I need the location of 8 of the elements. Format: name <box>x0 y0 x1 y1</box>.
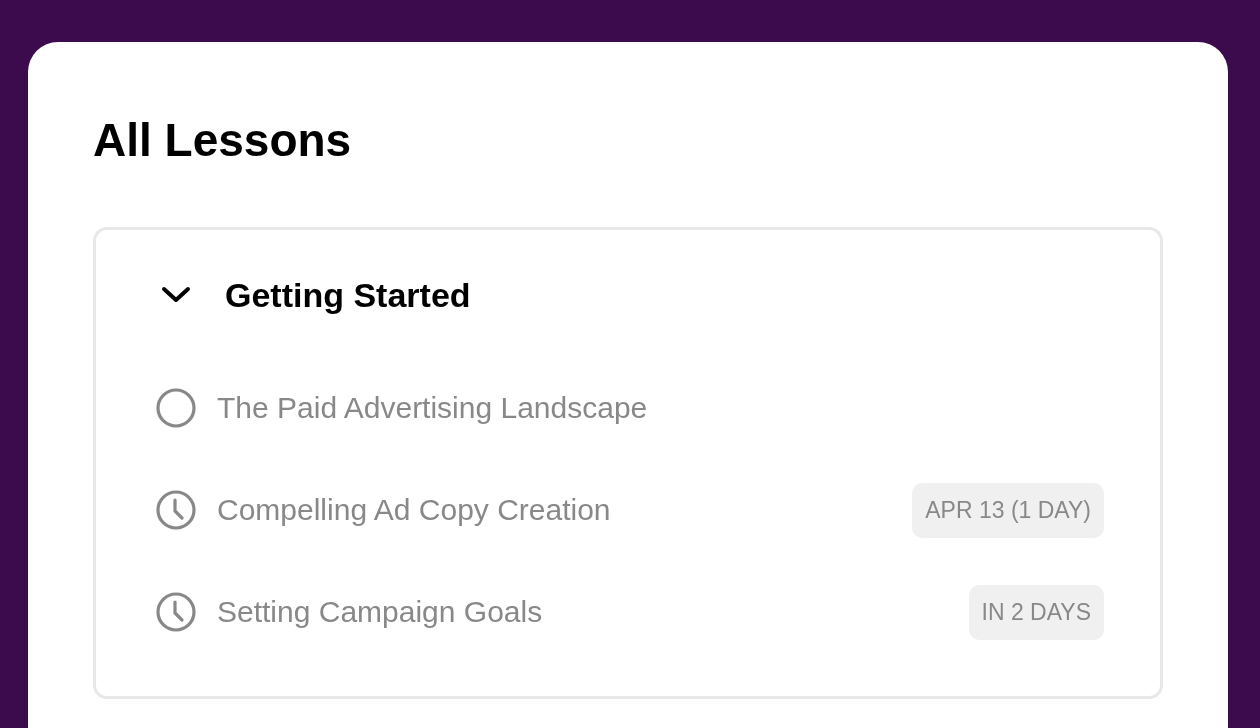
lesson-title[interactable]: Setting Campaign Goals <box>217 595 969 629</box>
section-title[interactable]: Getting Started <box>225 275 471 315</box>
lesson-title[interactable]: Compelling Ad Copy Creation <box>217 493 913 527</box>
due-date-tag: APR 13 (1 DAY) <box>912 482 1104 538</box>
page-title: All Lessons <box>93 114 352 167</box>
chevron-icon[interactable] <box>160 285 192 305</box>
lesson-title[interactable]: The Paid Advertising Landscape <box>217 391 1104 425</box>
due-date-tag: IN 2 DAYS <box>968 584 1104 640</box>
